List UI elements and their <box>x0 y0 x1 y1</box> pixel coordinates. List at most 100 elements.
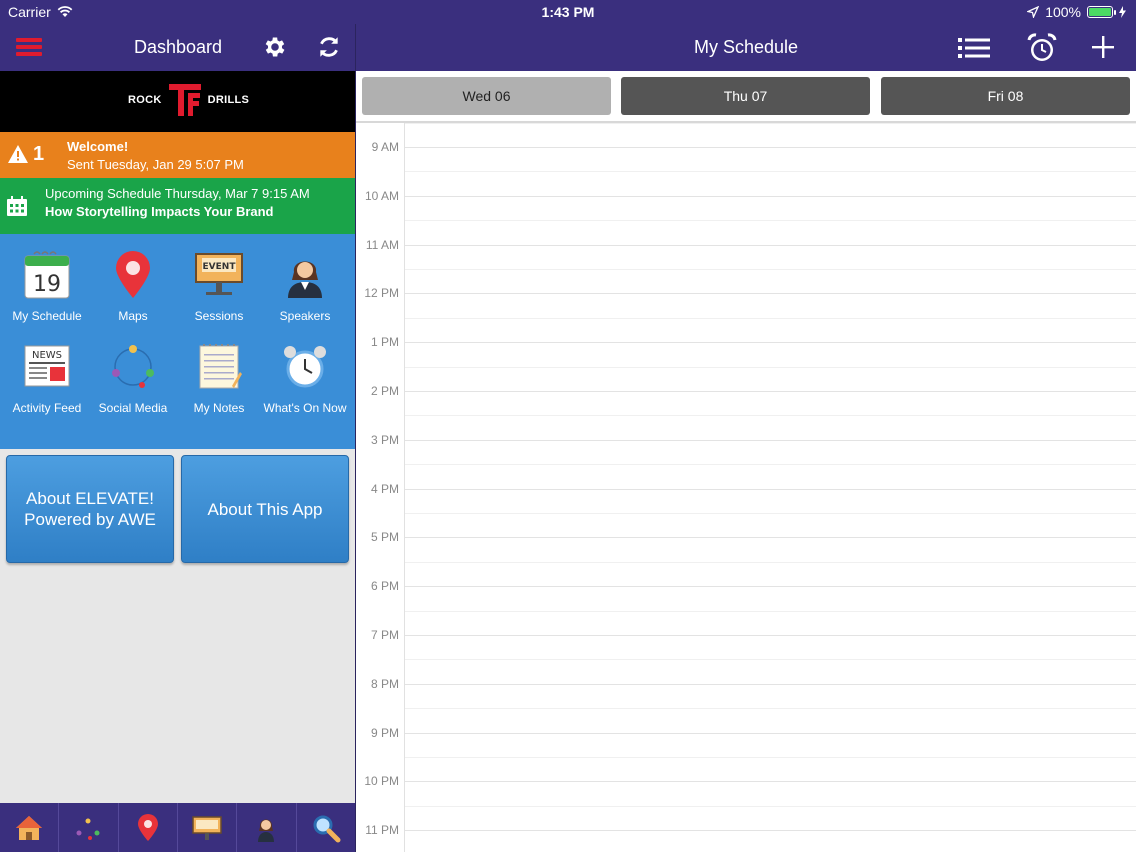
rock-drills-logo: ROCK DRILLS <box>128 83 249 117</box>
tile-maps[interactable]: Maps <box>90 234 176 324</box>
half-hour-line <box>405 708 1136 709</box>
hour-label: 10 PM <box>364 774 399 788</box>
alarm-clock-icon[interactable] <box>1026 32 1058 64</box>
notification-subtitle: Sent Tuesday, Jan 29 5:07 PM <box>67 157 244 172</box>
feature-grid: 19 My Schedule Maps EVENT Sessions Speak… <box>0 234 355 449</box>
dashboard-title: Dashboard <box>133 37 223 57</box>
tile-social-media[interactable]: Social Media <box>90 326 176 416</box>
newspaper-text: NEWS <box>32 350 62 361</box>
half-hour-line <box>405 367 1136 368</box>
hour-label: 12 PM <box>364 286 399 300</box>
tile-whats-on-now[interactable]: What's On Now <box>262 326 348 416</box>
half-hour-line <box>405 415 1136 416</box>
event-sign-icon <box>192 816 222 840</box>
alarm-clock-icon <box>284 346 326 388</box>
tile-my-notes[interactable]: My Notes <box>176 326 262 416</box>
hour-line <box>405 147 1136 148</box>
half-hour-line <box>405 659 1136 660</box>
newspaper-icon: NEWS <box>24 345 70 387</box>
tab-home[interactable] <box>0 803 60 852</box>
upcoming-schedule-title: How Storytelling Impacts Your Brand <box>45 204 274 219</box>
hour-line <box>405 830 1136 831</box>
hour-line <box>405 440 1136 441</box>
tile-label: Social Media <box>98 401 168 415</box>
hour-line <box>405 537 1136 538</box>
hour-label: 4 PM <box>370 482 399 496</box>
half-hour-line <box>405 318 1136 319</box>
day-tab-wed[interactable]: Wed 06 <box>362 77 611 115</box>
hour-label: 10 AM <box>364 189 399 203</box>
hour-line <box>405 733 1136 734</box>
logo-text-right: DRILLS <box>207 94 250 106</box>
tile-my-schedule[interactable]: 19 My Schedule <box>4 234 90 324</box>
add-icon[interactable] <box>1090 34 1116 60</box>
hour-column: 9 AM 10 AM 11 AM 12 PM 1 PM 2 PM 3 PM 4 PM 5 PM 6… <box>356 123 405 852</box>
tab-search[interactable] <box>297 803 355 852</box>
tab-speakers[interactable] <box>237 803 297 852</box>
hour-line <box>405 489 1136 490</box>
notification-banner[interactable]: 1 Welcome! Sent Tuesday, Jan 29 5:07 PM <box>0 132 355 178</box>
tab-maps[interactable] <box>119 803 178 852</box>
tile-sessions[interactable]: EVENT Sessions <box>176 234 262 324</box>
warning-icon <box>8 145 28 163</box>
upcoming-schedule-time: Upcoming Schedule Thursday, Mar 7 9:15 A… <box>45 186 310 201</box>
tile-label: Activity Feed <box>12 401 82 415</box>
half-hour-line <box>405 220 1136 221</box>
tile-activity-feed[interactable]: NEWS Activity Feed <box>4 326 90 416</box>
hour-label: 11 AM <box>365 238 399 252</box>
notepad-icon <box>199 344 242 389</box>
day-tab-thu[interactable]: Thu 07 <box>621 77 870 115</box>
logo-mark-icon <box>168 84 201 116</box>
hour-line <box>405 781 1136 782</box>
upcoming-schedule-banner[interactable]: Upcoming Schedule Thursday, Mar 7 9:15 A… <box>0 178 355 234</box>
hour-label: 7 PM <box>370 628 399 642</box>
hour-label: 11 PM <box>365 823 399 837</box>
hamburger-menu-icon[interactable] <box>16 38 42 58</box>
hour-line <box>405 586 1136 587</box>
hour-label: 6 PM <box>370 579 399 593</box>
hour-line <box>405 342 1136 343</box>
bottom-tab-bar <box>0 803 355 852</box>
map-pin-icon <box>137 814 158 841</box>
tab-sessions[interactable] <box>178 803 238 852</box>
refresh-icon[interactable] <box>316 34 342 60</box>
about-event-button[interactable]: About ELEVATE! Powered by AWE <box>6 455 174 563</box>
notification-title: Welcome! <box>67 139 129 154</box>
half-hour-line <box>405 513 1136 514</box>
about-app-button[interactable]: About This App <box>181 455 349 563</box>
tab-social[interactable] <box>59 803 119 852</box>
tile-label: What's On Now <box>263 401 347 415</box>
tile-label: My Schedule <box>12 309 82 323</box>
half-hour-line <box>405 464 1136 465</box>
list-view-icon[interactable] <box>958 36 990 60</box>
event-sign-icon: EVENT <box>195 253 243 295</box>
hour-label: 9 PM <box>370 726 399 740</box>
social-network-icon <box>112 345 154 388</box>
half-hour-line <box>405 562 1136 563</box>
speaker-person-icon <box>258 819 275 842</box>
gear-icon[interactable] <box>262 34 288 60</box>
hour-label: 2 PM <box>370 384 399 398</box>
hour-line <box>405 391 1136 392</box>
hour-line <box>405 684 1136 685</box>
status-time: 1:43 PM <box>541 4 595 20</box>
speaker-person-icon <box>288 261 322 298</box>
tile-label: Maps <box>118 309 148 323</box>
dashboard-navbar: Dashboard <box>0 24 355 71</box>
half-hour-line <box>405 123 1136 124</box>
day-tab-fri[interactable]: Fri 08 <box>881 77 1130 115</box>
home-icon <box>16 816 43 840</box>
notification-count: 1 <box>33 143 45 165</box>
calendar-grid-icon <box>7 196 27 216</box>
charging-bolt-icon <box>1119 6 1126 18</box>
half-hour-line <box>405 806 1136 807</box>
hour-line <box>405 196 1136 197</box>
event-sign-text: EVENT <box>203 262 237 272</box>
schedule-timeline[interactable]: 9 AM 10 AM 11 AM 12 PM 1 PM 2 PM 3 PM 4 PM 5 PM 6… <box>356 123 1136 852</box>
hour-line <box>405 293 1136 294</box>
calendar-date: 19 <box>33 272 61 297</box>
tile-speakers[interactable]: Speakers <box>262 234 348 324</box>
calendar-icon: 19 <box>24 251 70 299</box>
tile-label: Sessions <box>194 309 244 323</box>
map-pin-icon <box>116 251 150 298</box>
